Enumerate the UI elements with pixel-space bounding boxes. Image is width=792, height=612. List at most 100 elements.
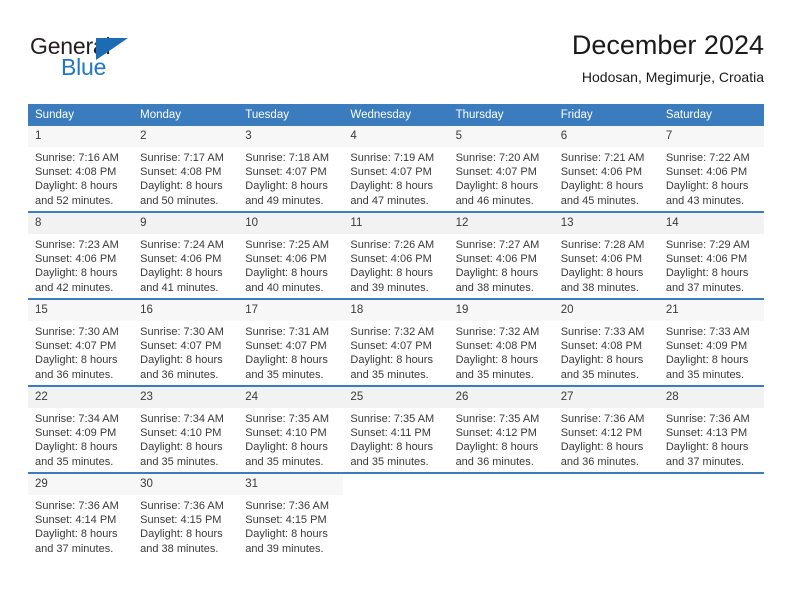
- calendar-day-cell[interactable]: 14 Sunrise: 7:29 AM Sunset: 4:06 PM Dayligh…: [658, 213, 764, 298]
- calendar-day-cell[interactable]: 11 Sunrise: 7:26 AM Sunset: 4:06 PM Dayligh…: [343, 213, 449, 298]
- calendar-day-cell[interactable]: 3 Sunrise: 7:18 AM Sunset: 4:07 PM Daylight…: [238, 126, 344, 211]
- day-info-daylight1: Daylight: 8 hours: [140, 528, 223, 541]
- day-info-daylight1: Daylight: 8 hours: [455, 180, 539, 193]
- day-info-daylight1: Daylight: 8 hours: [350, 441, 433, 454]
- day-info: Sunrise: 7:20 AM Sunset: 4:07 PM Daylight:…: [449, 147, 554, 208]
- calendar-cell-empty: [658, 474, 764, 559]
- day-info-daylight2: and 35 minutes.: [35, 455, 114, 468]
- day-info-daylight1: Daylight: 8 hours: [35, 528, 118, 541]
- day-number: 18: [343, 300, 449, 321]
- weekday-header-monday: Monday: [133, 104, 239, 126]
- calendar-grid: Sunday Monday Tuesday Wednesday Thursday…: [28, 104, 764, 559]
- calendar-day-cell[interactable]: 22 Sunrise: 7:34 AM Sunset: 4:09 PM Dayligh…: [28, 387, 134, 472]
- day-info-daylight2: and 38 minutes.: [560, 281, 639, 294]
- calendar-day-cell[interactable]: 6 Sunrise: 7:21 AM Sunset: 4:06 PM Daylight…: [553, 126, 659, 211]
- calendar-day-cell[interactable]: 5 Sunrise: 7:20 AM Sunset: 4:07 PM Daylight…: [448, 126, 554, 211]
- day-info-daylight1: Daylight: 8 hours: [35, 441, 118, 454]
- calendar-day-cell[interactable]: 17 Sunrise: 7:31 AM Sunset: 4:07 PM Dayligh…: [238, 300, 344, 385]
- calendar-day-cell[interactable]: 16 Sunrise: 7:30 AM Sunset: 4:07 PM Dayligh…: [133, 300, 239, 385]
- calendar-day-cell[interactable]: 2 Sunrise: 7:17 AM Sunset: 4:08 PM Daylight…: [133, 126, 239, 211]
- day-info-daylight1: Daylight: 8 hours: [560, 441, 644, 454]
- calendar-day-cell[interactable]: 29 Sunrise: 7:36 AM Sunset: 4:14 PM Dayligh…: [28, 474, 134, 559]
- day-info-daylight1: Daylight: 8 hours: [665, 354, 749, 367]
- calendar-day-cell[interactable]: 19 Sunrise: 7:32 AM Sunset: 4:08 PM Dayligh…: [448, 300, 554, 385]
- day-info-sunset: Sunset: 4:10 PM: [245, 427, 327, 440]
- day-info-sunrise: Sunrise: 7:26 AM: [350, 239, 435, 251]
- day-number: 31: [238, 474, 344, 495]
- day-number: 20: [553, 300, 659, 321]
- day-info-daylight2: and 49 minutes.: [245, 194, 324, 207]
- day-info-daylight1: Daylight: 8 hours: [245, 441, 328, 454]
- calendar-head: Sunday Monday Tuesday Wednesday Thursday…: [28, 104, 764, 126]
- day-info-daylight2: and 40 minutes.: [245, 281, 324, 294]
- day-info-sunset: Sunset: 4:06 PM: [350, 253, 432, 266]
- calendar-cell-empty: [553, 474, 659, 559]
- day-info: Sunrise: 7:36 AM Sunset: 4:13 PM Daylight:…: [659, 408, 764, 469]
- day-info-sunset: Sunset: 4:13 PM: [665, 427, 748, 440]
- day-info-sunrise: Sunrise: 7:36 AM: [665, 413, 750, 425]
- day-info-sunrise: Sunrise: 7:30 AM: [35, 326, 119, 338]
- day-info-daylight2: and 35 minutes.: [140, 455, 219, 468]
- day-info: Sunrise: 7:23 AM Sunset: 4:06 PM Daylight:…: [28, 234, 133, 295]
- day-info-daylight2: and 35 minutes.: [350, 455, 429, 468]
- day-number: 15: [28, 300, 134, 321]
- title-block: December 2024 Hodosan, Megimurje, Croati…: [572, 28, 764, 87]
- day-info: Sunrise: 7:25 AM Sunset: 4:06 PM Daylight:…: [238, 234, 343, 295]
- calendar-week-row: 22 Sunrise: 7:34 AM Sunset: 4:09 PM Dayligh…: [28, 387, 764, 472]
- day-info-sunrise: Sunrise: 7:30 AM: [140, 326, 224, 338]
- calendar-day-cell[interactable]: 18 Sunrise: 7:32 AM Sunset: 4:07 PM Dayligh…: [343, 300, 449, 385]
- day-info-sunset: Sunset: 4:08 PM: [455, 340, 537, 353]
- day-info-sunset: Sunset: 4:09 PM: [665, 340, 748, 353]
- calendar-day-cell[interactable]: 1 Sunrise: 7:16 AM Sunset: 4:08 PM Daylight…: [28, 126, 134, 211]
- calendar-week-row: 15 Sunrise: 7:30 AM Sunset: 4:07 PM Dayligh…: [28, 300, 764, 385]
- calendar-body: 1 Sunrise: 7:16 AM Sunset: 4:08 PM Daylight…: [28, 126, 764, 559]
- calendar-day-cell[interactable]: 8 Sunrise: 7:23 AM Sunset: 4:06 PM Daylight…: [28, 213, 134, 298]
- calendar-day-cell[interactable]: 10 Sunrise: 7:25 AM Sunset: 4:06 PM Dayligh…: [238, 213, 344, 298]
- day-info-sunrise: Sunrise: 7:24 AM: [140, 239, 224, 251]
- calendar-day-cell[interactable]: 4 Sunrise: 7:19 AM Sunset: 4:07 PM Daylight…: [343, 126, 449, 211]
- calendar-day-cell[interactable]: 24 Sunrise: 7:35 AM Sunset: 4:10 PM Dayligh…: [238, 387, 344, 472]
- calendar-day-cell[interactable]: 28 Sunrise: 7:36 AM Sunset: 4:13 PM Dayligh…: [658, 387, 764, 472]
- day-info-daylight1: Daylight: 8 hours: [350, 354, 433, 367]
- calendar-day-cell[interactable]: 15 Sunrise: 7:30 AM Sunset: 4:07 PM Dayligh…: [28, 300, 134, 385]
- day-number: 23: [133, 387, 239, 408]
- day-info-sunset: Sunset: 4:07 PM: [350, 166, 432, 179]
- day-info-daylight1: Daylight: 8 hours: [350, 267, 433, 280]
- day-info: Sunrise: 7:28 AM Sunset: 4:06 PM Daylight:…: [554, 234, 659, 295]
- weekday-header-thursday: Thursday: [448, 104, 554, 126]
- day-info-daylight1: Daylight: 8 hours: [455, 354, 539, 367]
- weekday-header-row: Sunday Monday Tuesday Wednesday Thursday…: [28, 104, 764, 126]
- page-subtitle: Hodosan, Megimurje, Croatia: [581, 69, 764, 85]
- day-info-daylight1: Daylight: 8 hours: [455, 441, 539, 454]
- day-info-sunset: Sunset: 4:10 PM: [140, 427, 222, 440]
- calendar-day-cell[interactable]: 27 Sunrise: 7:36 AM Sunset: 4:12 PM Dayligh…: [553, 387, 659, 472]
- calendar-day-cell[interactable]: 31 Sunrise: 7:36 AM Sunset: 4:15 PM Dayligh…: [238, 474, 344, 559]
- calendar-day-cell[interactable]: 13 Sunrise: 7:28 AM Sunset: 4:06 PM Dayligh…: [553, 213, 659, 298]
- day-number: 14: [658, 213, 764, 234]
- calendar-day-cell[interactable]: 25 Sunrise: 7:35 AM Sunset: 4:11 PM Dayligh…: [343, 387, 449, 472]
- calendar-day-cell[interactable]: 23 Sunrise: 7:34 AM Sunset: 4:10 PM Dayligh…: [133, 387, 239, 472]
- day-info-daylight1: Daylight: 8 hours: [245, 180, 328, 193]
- day-info-daylight2: and 36 minutes.: [35, 368, 114, 381]
- day-info: Sunrise: 7:21 AM Sunset: 4:06 PM Daylight:…: [554, 147, 659, 208]
- day-number: 4: [343, 126, 449, 147]
- day-info: Sunrise: 7:16 AM Sunset: 4:08 PM Daylight:…: [28, 147, 133, 208]
- day-info-daylight1: Daylight: 8 hours: [35, 267, 118, 280]
- calendar-day-cell[interactable]: 20 Sunrise: 7:33 AM Sunset: 4:08 PM Dayligh…: [553, 300, 659, 385]
- day-info-daylight2: and 38 minutes.: [140, 542, 219, 555]
- calendar-day-cell[interactable]: 12 Sunrise: 7:27 AM Sunset: 4:06 PM Dayligh…: [448, 213, 554, 298]
- calendar-day-cell[interactable]: 30 Sunrise: 7:36 AM Sunset: 4:15 PM Dayligh…: [133, 474, 239, 559]
- day-info: Sunrise: 7:35 AM Sunset: 4:12 PM Daylight:…: [449, 408, 554, 469]
- calendar-day-cell[interactable]: 7 Sunrise: 7:22 AM Sunset: 4:06 PM Daylight…: [658, 126, 764, 211]
- day-info-sunset: Sunset: 4:08 PM: [140, 166, 222, 179]
- day-info-daylight1: Daylight: 8 hours: [245, 267, 328, 280]
- calendar-day-cell[interactable]: 21 Sunrise: 7:33 AM Sunset: 4:09 PM Dayligh…: [658, 300, 764, 385]
- calendar-day-cell[interactable]: 26 Sunrise: 7:35 AM Sunset: 4:12 PM Dayligh…: [448, 387, 554, 472]
- calendar-day-cell[interactable]: 9 Sunrise: 7:24 AM Sunset: 4:06 PM Daylight…: [133, 213, 239, 298]
- day-info: Sunrise: 7:29 AM Sunset: 4:06 PM Daylight:…: [659, 234, 764, 295]
- day-info-daylight2: and 50 minutes.: [140, 194, 219, 207]
- day-info-daylight1: Daylight: 8 hours: [665, 180, 749, 193]
- day-info-sunrise: Sunrise: 7:29 AM: [665, 239, 750, 251]
- day-info-daylight1: Daylight: 8 hours: [455, 267, 539, 280]
- day-info: Sunrise: 7:30 AM Sunset: 4:07 PM Daylight:…: [28, 321, 133, 382]
